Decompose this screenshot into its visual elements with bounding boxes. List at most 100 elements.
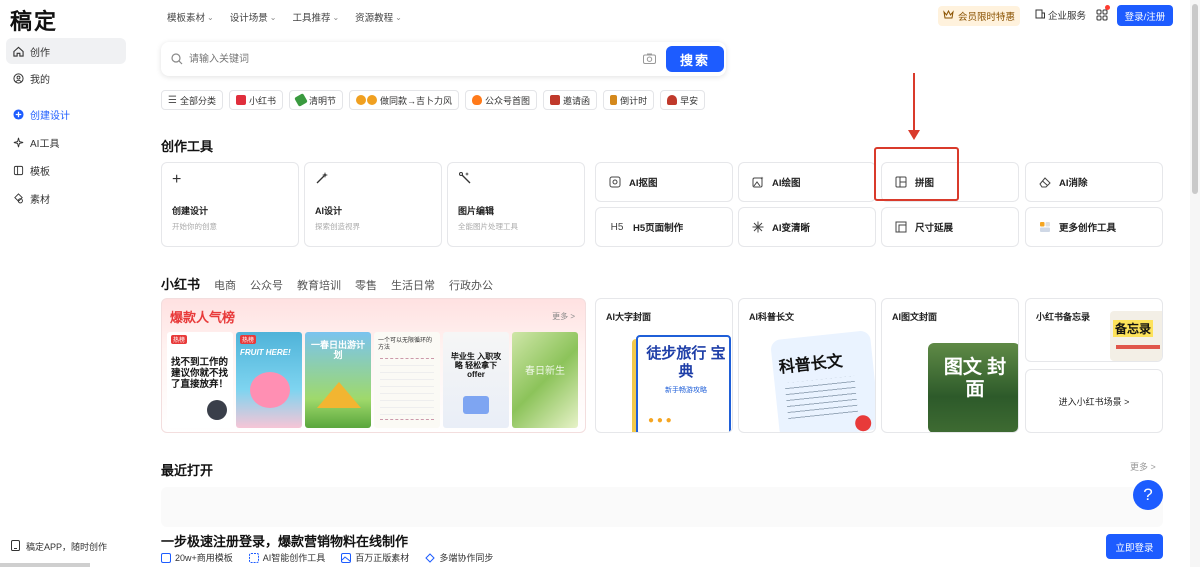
tag-wechat-cover[interactable]: 公众号首图: [465, 90, 538, 110]
hot-title: 爆款人气榜: [170, 310, 236, 325]
top-nav: 模板素材 ⌄ 设计场景 ⌄ 工具推荐 ⌄ 资源教程 ⌄: [167, 10, 402, 25]
emoji-row: ● ● ●: [648, 415, 672, 426]
leaf-icon: [294, 93, 308, 107]
template-icon: [12, 164, 24, 176]
tool-ai-enhance[interactable]: AI变清晰: [738, 207, 876, 247]
preview-text: 科普长文: [778, 353, 844, 377]
login-register-button[interactable]: 登录/注册: [1117, 5, 1173, 26]
tool-h5-page[interactable]: H5 H5页面制作: [595, 207, 733, 247]
hourglass-icon: [610, 95, 618, 105]
tab-ecommerce[interactable]: 电商: [214, 277, 236, 293]
magic-wand-icon: [315, 171, 329, 190]
tool-title: AI设计: [315, 206, 343, 216]
chip-label: 全部分类: [179, 95, 216, 106]
search-icon: [171, 53, 183, 68]
plus-icon: +: [172, 171, 182, 188]
annotation-arrow: [913, 73, 915, 133]
envelope-icon: [550, 95, 561, 105]
apps-grid-icon[interactable]: [1096, 9, 1108, 21]
feature-xhs-memo[interactable]: 小红书备忘录 备忘录: [1025, 298, 1163, 362]
sidebar-item-materials[interactable]: 素材: [6, 185, 126, 211]
sidebar-item-ai-tools[interactable]: AI工具: [6, 129, 126, 155]
feature-ai-big-text-cover[interactable]: AI大字封面 徒步旅行 宝典 新手畅游攻略 ● ● ●: [595, 298, 733, 433]
enterprise-button[interactable]: 企业服务: [1035, 8, 1086, 22]
annotation-arrow-head: [908, 130, 920, 140]
search-bar: 搜索: [161, 42, 726, 76]
recent-more-link[interactable]: 更多 >: [1130, 460, 1156, 473]
scrollbar-thumb[interactable]: [1192, 4, 1198, 194]
tool-ai-design[interactable]: AI设计 探索创造视界: [304, 162, 442, 247]
tool-ai-draw[interactable]: AI绘图: [738, 162, 876, 202]
hot-more-link[interactable]: 更多 >: [552, 311, 575, 322]
tag-xiaohongshu[interactable]: 小红书: [228, 90, 283, 110]
vip-promo-button[interactable]: 会员限时特惠: [938, 6, 1020, 26]
feature-preview: 图文 封面: [928, 343, 1018, 432]
sidebar-item-mine[interactable]: 我的: [6, 65, 126, 91]
tool-resize[interactable]: 尺寸延展: [881, 207, 1019, 247]
tool-ai-erase[interactable]: AI消除: [1025, 162, 1163, 202]
feature-ai-image-text-cover[interactable]: AI图文封面 图文 封面: [881, 298, 1019, 433]
section-title-recent: 最近打开: [161, 463, 214, 478]
tab-office[interactable]: 行政办公: [449, 277, 493, 293]
register-banner-title: 一步极速注册登录，爆款营销物料在线制作: [161, 534, 409, 549]
scrollbar[interactable]: [1190, 0, 1200, 567]
tool-label: AI抠图: [629, 178, 658, 189]
tag-good-morning[interactable]: 早安: [660, 90, 706, 110]
tool-image-edit[interactable]: 图片编辑 全能图片处理工具: [447, 162, 585, 247]
tab-education[interactable]: 教育培训: [297, 277, 341, 293]
feature-ai-science-article[interactable]: AI科普长文 科普长文: [738, 298, 876, 433]
app-logo[interactable]: 稿定: [10, 4, 58, 36]
sidebar-item-create[interactable]: 创作: [6, 38, 126, 64]
hot-ranking-card[interactable]: 爆款人气榜 更多 > 热榜 找不到工作的建议你就不找了直接放弃！ 热榜 FRUI…: [161, 298, 586, 433]
emoji-icon: [367, 95, 378, 105]
sidebar-item-create-design[interactable]: 创建设计: [6, 101, 126, 127]
tab-xiaohongshu[interactable]: 小红书: [161, 274, 200, 293]
nav-scenes[interactable]: 设计场景 ⌄: [230, 10, 277, 25]
template-thumb[interactable]: 一春日出游计划: [305, 332, 371, 428]
tool-create-design[interactable]: + 创建设计 开始你的创意: [161, 162, 299, 247]
login-now-button[interactable]: 立即登录: [1106, 534, 1163, 559]
thumb-tag: 热榜: [240, 335, 257, 344]
template-thumb[interactable]: 春日新生: [512, 332, 578, 428]
app-download-text: 稿定APP，随时创作: [26, 542, 108, 552]
tag-invitation[interactable]: 邀请函: [543, 90, 598, 110]
nav-resources[interactable]: 资源教程 ⌄: [355, 10, 402, 25]
memo-lines: [1116, 345, 1160, 349]
tab-daily-life[interactable]: 生活日常: [391, 277, 435, 293]
tag-qingming[interactable]: 清明节: [289, 90, 344, 110]
nav-templates[interactable]: 模板素材 ⌄: [167, 10, 214, 25]
app-download-link[interactable]: 稿定APP，随时创作: [11, 540, 107, 553]
template-thumb[interactable]: 毕业生 入职攻略 轻松拿下offer: [443, 332, 509, 428]
tab-wechat[interactable]: 公众号: [250, 277, 283, 293]
sidebar-item-templates[interactable]: 模板: [6, 157, 126, 183]
chevron-down-icon: ⌄: [395, 12, 402, 22]
search-input[interactable]: [189, 50, 629, 68]
feature-title: AI大字封面: [606, 312, 652, 322]
help-button[interactable]: ?: [1133, 480, 1163, 510]
enter-xhs-scene-button[interactable]: 进入小红书场景 >: [1025, 369, 1163, 433]
nav-tools[interactable]: 工具推荐 ⌄: [292, 10, 339, 25]
tool-more[interactable]: 更多创作工具: [1025, 207, 1163, 247]
search-button[interactable]: 搜索: [666, 46, 724, 72]
tag-all-categories[interactable]: ☰ 全部分类: [161, 90, 223, 110]
sidebar: 稿定 创作 我的 创建设计 AI工具 模板 素材 稿定APP，随时创作: [0, 0, 140, 567]
sparkle-icon: [12, 136, 24, 148]
more-tools-icon: [1038, 220, 1052, 234]
image-sparkle-icon: [751, 175, 765, 189]
camera-icon[interactable]: [643, 53, 656, 67]
template-thumb[interactable]: 一个可以无限循环的方法: [374, 332, 440, 428]
template-thumb[interactable]: 热榜 找不到工作的建议你就不找了直接放弃！: [167, 332, 233, 428]
sidebar-item-label: 创建设计: [30, 110, 70, 122]
annotation-highlight-box: [874, 147, 959, 201]
tool-subtitle: 开始你的创意: [172, 222, 217, 231]
phone-icon: [11, 540, 20, 553]
template-thumb[interactable]: 热榜 FRUIT HERE!: [236, 332, 302, 428]
tag-ghibli[interactable]: 做同款→吉卜力风: [349, 90, 460, 110]
tag-countdown[interactable]: 倒计时: [603, 90, 655, 110]
edit-wand-icon: [458, 171, 472, 190]
thumb-text: 一个可以无限循环的方法: [378, 338, 433, 351]
tab-retail[interactable]: 零售: [355, 277, 377, 293]
tool-ai-cutout[interactable]: AI抠图: [595, 162, 733, 202]
feature-title: AI科普长文: [749, 312, 795, 322]
tool-label: H5页面制作: [633, 223, 684, 234]
